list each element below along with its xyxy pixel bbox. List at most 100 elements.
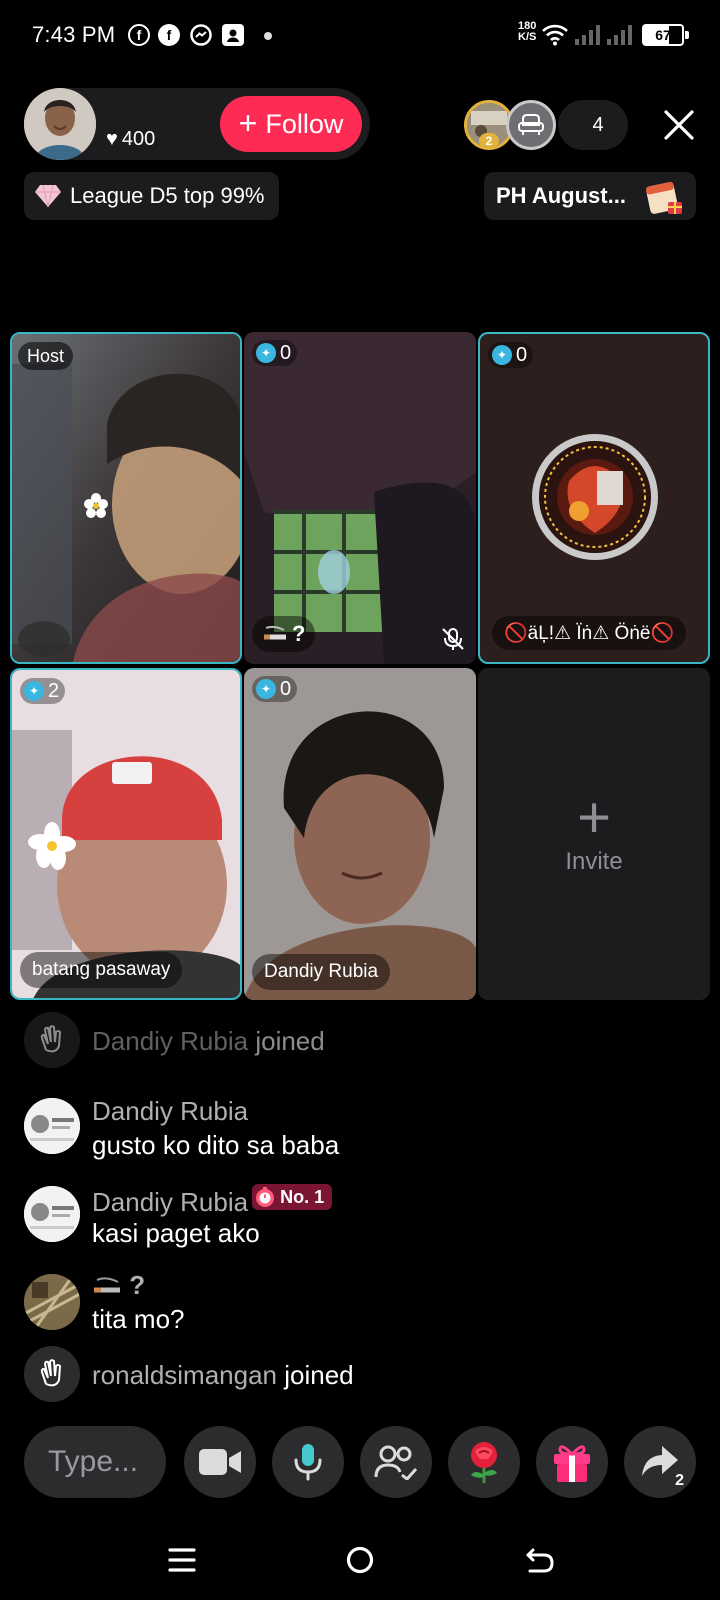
follow-label: Follow: [265, 108, 344, 139]
guest-score: 2: [48, 679, 60, 702]
chat-avatar[interactable]: [24, 1186, 80, 1242]
chat-username[interactable]: Dandiy Rubia: [92, 1096, 248, 1127]
guest-name: ?: [292, 621, 306, 646]
guest-score-badge: ✦ 0: [488, 342, 534, 368]
share-button[interactable]: 2: [624, 1426, 696, 1498]
clock: 7:43 PM: [32, 22, 116, 47]
host-avatar[interactable]: [24, 88, 96, 160]
guest-name: 🚫äĻ!⚠ Ïṅ⚠ Öṅë🚫: [504, 623, 675, 644]
guest-score-badge: ✦ 2: [20, 678, 66, 704]
viewer-count[interactable]: 4: [558, 100, 628, 150]
league-text: League D5 top 99%: [70, 183, 265, 208]
chat-avatar[interactable]: [24, 1098, 80, 1154]
wifi-icon: [542, 24, 568, 46]
chat-text: gusto ko dito sa baba: [92, 1130, 340, 1160]
menu-icon[interactable]: [162, 1540, 202, 1580]
wave-icon: [24, 1346, 80, 1402]
host-info-pill[interactable]: ♥ 400 + Follow: [24, 88, 370, 160]
chat-text: kasi paget ako: [92, 1218, 260, 1248]
stopwatch-icon: [256, 1187, 275, 1207]
chat-username[interactable]: ronaldsimangan: [92, 1360, 277, 1390]
host-label: Host: [18, 342, 74, 370]
guest-name-tag: ?: [252, 616, 316, 652]
share-icon: [642, 1446, 678, 1476]
cigarette-icon: [264, 625, 286, 640]
chat-username[interactable]: ?: [129, 1270, 145, 1300]
mic-muted-icon: [442, 628, 464, 650]
network-speed: 180 K/S: [518, 21, 536, 43]
join-text: joined: [255, 1026, 325, 1056]
gift-icon: [554, 1445, 590, 1482]
chat-text: tita mo?: [92, 1304, 185, 1334]
score-icon: ✦: [24, 681, 44, 701]
signal-icon: [607, 25, 632, 45]
guest-score: 0: [516, 343, 528, 366]
cigarette-icon: [94, 1277, 120, 1293]
chat-username[interactable]: Dandiy Rubia: [92, 1026, 248, 1056]
chat-username-row: ?: [92, 1270, 145, 1301]
viewer-rank-badge: 2: [479, 133, 499, 147]
guest-name-tag: Dandiy Rubia: [252, 954, 391, 990]
heart-icon: ♥: [106, 128, 118, 150]
home-icon[interactable]: [340, 1540, 380, 1580]
seat-icon[interactable]: [506, 100, 556, 150]
status-bar: 7:43 PM f f 180 K/S 67: [0, 0, 720, 72]
wave-icon: [24, 1012, 80, 1068]
facebook-icon: f: [158, 24, 180, 46]
guest-video-tile[interactable]: ✦ 0 ?: [244, 332, 476, 664]
battery-level: 67: [655, 27, 671, 43]
guest-name: batang pasaway: [32, 959, 171, 980]
more-notifications-dot: [264, 32, 272, 40]
guest-score: 0: [280, 341, 292, 364]
plus-icon: +: [238, 105, 258, 141]
invite-tile[interactable]: + Invite: [478, 668, 710, 1000]
rose-gift-icon: [471, 1442, 497, 1483]
calendar-gift-icon: [645, 181, 682, 214]
league-pill[interactable]: League D5 top 99%: [24, 172, 279, 220]
video-button[interactable]: [184, 1426, 256, 1498]
messenger-icon: [190, 24, 212, 46]
rank-badge: No. 1: [252, 1184, 333, 1210]
guest-score: 0: [280, 677, 292, 700]
chat-join-event: ronaldsimangan joined: [24, 1346, 704, 1406]
back-icon[interactable]: [520, 1540, 560, 1580]
gift-button[interactable]: [536, 1426, 608, 1498]
event-pill[interactable]: PH August...: [484, 172, 696, 220]
guest-audio-tile[interactable]: ✦ 0 🚫äĻ!⚠ Ïṅ⚠ Öṅë🚫: [478, 332, 710, 664]
mic-button[interactable]: [272, 1426, 344, 1498]
chat-avatar[interactable]: [24, 1274, 80, 1330]
event-text: PH August...: [496, 183, 626, 208]
likes-count: 400: [121, 128, 156, 150]
score-icon: ✦: [492, 345, 512, 365]
rose-gift-button[interactable]: [448, 1426, 520, 1498]
chat-username[interactable]: Dandiy Rubia: [92, 1187, 248, 1217]
join-text: joined: [284, 1360, 354, 1390]
guests-icon: [374, 1445, 418, 1480]
mic-icon: [294, 1444, 322, 1481]
share-count: 2: [675, 1472, 684, 1489]
chat-join-event: Dandiy Rubia joined: [24, 1012, 704, 1072]
signal-icon: [575, 25, 600, 45]
chat-message: Dandiy Rubia gusto ko dito sa baba: [24, 1096, 704, 1160]
follow-button[interactable]: + Follow: [220, 96, 362, 152]
speed-unit: K/S: [518, 31, 537, 43]
host-video: [12, 334, 240, 662]
plus-icon: +: [577, 785, 611, 850]
close-icon[interactable]: [662, 108, 696, 142]
facebook-icon: f: [128, 24, 150, 46]
guest-video-tile[interactable]: ✦ 0 Dandiy Rubia: [244, 668, 476, 1000]
guest-name-tag: batang pasaway: [20, 952, 183, 988]
guest-score-badge: ✦ 0: [252, 340, 298, 366]
guest-video-tile[interactable]: ✦ 2 batang pasaway: [10, 668, 242, 1000]
score-icon: ✦: [256, 343, 276, 363]
comment-input[interactable]: Type...: [24, 1426, 166, 1498]
guest-name: Dandiy Rubia: [264, 961, 379, 982]
host-video-tile[interactable]: Host: [10, 332, 242, 664]
guest-avatar: [532, 434, 658, 560]
score-icon: ✦: [256, 679, 276, 699]
guests-button[interactable]: [360, 1426, 432, 1498]
guest-video: [244, 668, 476, 1000]
host-likes: ♥ 400: [106, 128, 155, 151]
app-icon: [222, 24, 244, 46]
guest-video: [12, 670, 240, 998]
